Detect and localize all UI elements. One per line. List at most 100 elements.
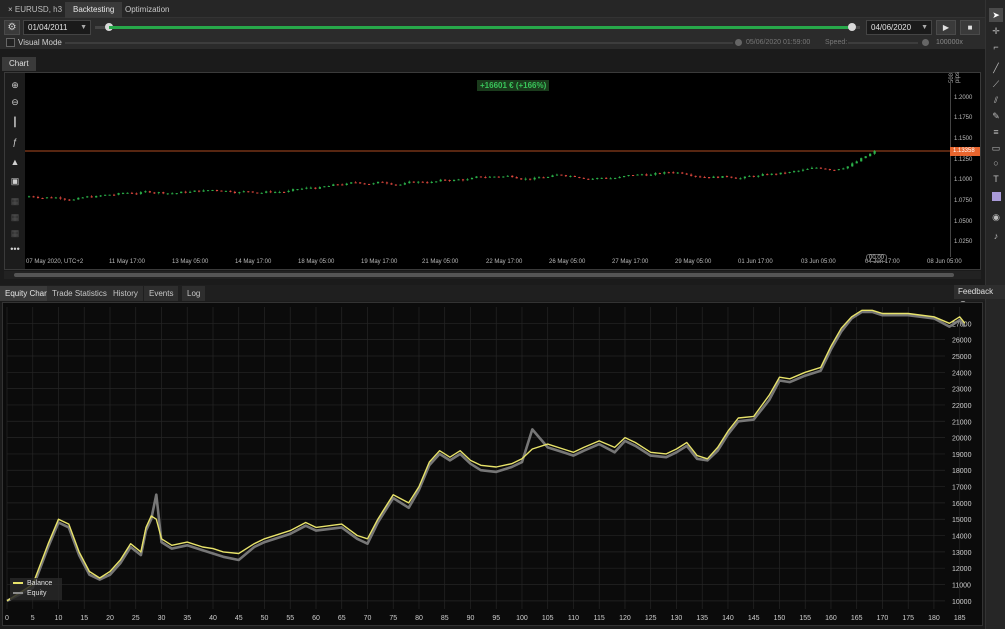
candle-body (609, 178, 612, 180)
channel-icon[interactable]: ⫽ (989, 93, 1003, 107)
candle-body (739, 178, 742, 180)
eye-icon[interactable]: ◉ (989, 210, 1003, 224)
screenshot-icon[interactable]: ▣ (8, 174, 22, 188)
stop-icon[interactable]: ■ (960, 20, 980, 35)
fibonacci-icon[interactable]: ≡ (989, 125, 1003, 139)
candle-body (766, 174, 769, 176)
x-tick-label: 160 (825, 615, 837, 622)
candle-body (220, 190, 223, 192)
candle-body (300, 188, 304, 190)
trendline-icon[interactable]: ╱ (989, 61, 1003, 75)
x-tick-label: 80 (415, 615, 423, 622)
backtest-progress[interactable] (95, 23, 860, 31)
candle-body (108, 194, 111, 196)
tab-events[interactable]: Events (144, 286, 179, 301)
feedback-button[interactable]: Feedback 💬 (954, 285, 1005, 310)
candle-body (372, 183, 375, 185)
candle-body (636, 174, 639, 176)
visual-mode-handle[interactable] (735, 39, 742, 46)
start-date-field[interactable]: 01/04/2011 ▼ (23, 20, 91, 35)
chevron-down-icon[interactable]: ▼ (921, 21, 928, 34)
x-tick-label: 95 (492, 615, 500, 622)
price-axis[interactable]: 1.2000 1.1750 1.1500 1.1250 1.1000 1.075… (950, 73, 981, 257)
tab-chart[interactable]: Chart (2, 57, 36, 71)
price-chart[interactable]: ⊕ ⊖ ┃ ƒ ▲ ▣ ▦ ▦ ▦ ••• +16601 € (+166%) 5… (4, 72, 981, 270)
candle-body (215, 189, 219, 191)
candle-body (712, 176, 715, 178)
x-tick-label: 90 (467, 615, 475, 622)
end-date-value: 04/06/2020 (871, 23, 912, 32)
tab-trade-statistics[interactable]: Trade Statistics (47, 286, 112, 301)
candle-body (139, 192, 143, 194)
feedback-label: Feedback (958, 287, 994, 296)
candle-body (573, 175, 576, 177)
circle-icon[interactable]: ○ (989, 156, 1003, 170)
bell-icon[interactable]: ♪ (989, 229, 1003, 243)
candle-body (444, 179, 447, 181)
text-icon[interactable]: T (989, 172, 1003, 186)
candle-body (730, 176, 733, 178)
more-icon[interactable]: ••• (8, 242, 22, 256)
candle-body (524, 178, 527, 180)
time-axis[interactable]: 07 May 2020, UTC+2 11 May 17:00 13 May 0… (25, 257, 962, 269)
end-date-field[interactable]: 04/06/2020 ▼ (866, 20, 932, 35)
candle-body (493, 176, 496, 178)
chart-type-icon[interactable]: ▲ (8, 155, 22, 169)
candle-body (596, 177, 599, 179)
speed-slider[interactable] (848, 42, 918, 44)
zoom-in-icon[interactable]: ⊕ (8, 78, 22, 92)
candle-body (435, 181, 438, 183)
equity-chart[interactable]: 10000 11000 12000 13000 14000 15000 16000 17000… (2, 302, 983, 626)
pencil-icon[interactable]: ✎ (989, 109, 1003, 123)
ray-icon[interactable]: ⟋ (989, 77, 1003, 91)
candle-body (703, 176, 706, 178)
tab-history[interactable]: History (108, 286, 143, 301)
candle-body (725, 176, 729, 178)
time-tick: 08 Jun 05:00 (927, 259, 962, 265)
play-icon[interactable]: ▶ (936, 20, 956, 35)
legend-label: Equity (27, 590, 47, 597)
candle-body (363, 183, 366, 185)
tab-log[interactable]: Log (182, 286, 206, 301)
time-tick: 19 May 17:00 (361, 259, 398, 265)
chart-scrollbar-thumb[interactable] (14, 273, 954, 277)
tab-backtesting[interactable]: Backtesting (65, 2, 123, 18)
progress-end-handle[interactable] (848, 23, 857, 31)
indicators-icon[interactable]: ƒ (8, 135, 22, 149)
candle-body (126, 192, 129, 194)
candle-body (569, 175, 572, 177)
layout-icon[interactable]: ▦ (8, 226, 22, 240)
candle-body (354, 182, 357, 184)
visual-mode-checkbox[interactable] (6, 38, 15, 47)
measure-icon[interactable]: ⌐ (989, 40, 1003, 54)
speed-handle[interactable] (922, 39, 929, 46)
visual-mode-slider[interactable] (65, 42, 733, 44)
color-swatch-icon[interactable] (989, 190, 1003, 204)
layout-icon[interactable]: ▦ (8, 194, 22, 208)
chevron-down-icon[interactable]: ▼ (80, 21, 87, 34)
time-tick: 29 May 05:00 (675, 259, 712, 265)
chart-scrollbar[interactable] (4, 271, 981, 279)
candle-body (193, 190, 196, 192)
price-plot[interactable]: +16601 € (+166%) 500 pips (25, 72, 961, 257)
x-tick-label: 145 (748, 615, 760, 622)
tab-equity-chart[interactable]: Equity Chart (0, 286, 55, 301)
tab-optimization[interactable]: Optimization (117, 2, 177, 18)
candle-body (171, 193, 174, 195)
cursor-icon[interactable]: ➤ (989, 8, 1003, 22)
close-icon[interactable]: × (8, 5, 15, 14)
layout-icon[interactable]: ▦ (8, 210, 22, 224)
y-tick-label: 14000 (952, 534, 972, 541)
crosshair-icon[interactable]: ✛ (989, 24, 1003, 38)
candle-body (448, 180, 451, 182)
tab-symbol[interactable]: × EURUSD, h3 (0, 2, 70, 18)
candle-body (529, 178, 532, 180)
equity-chart-svg: 10000 11000 12000 13000 14000 15000 16000 17000… (5, 307, 972, 622)
candle-body (833, 169, 836, 171)
candle-body (506, 175, 509, 177)
rectangle-icon[interactable]: ▭ (989, 141, 1003, 155)
candle-body (229, 190, 232, 192)
candles-icon[interactable]: ┃ (8, 115, 22, 129)
zoom-out-icon[interactable]: ⊖ (8, 95, 22, 109)
gear-icon[interactable]: ⚙ (4, 20, 20, 35)
